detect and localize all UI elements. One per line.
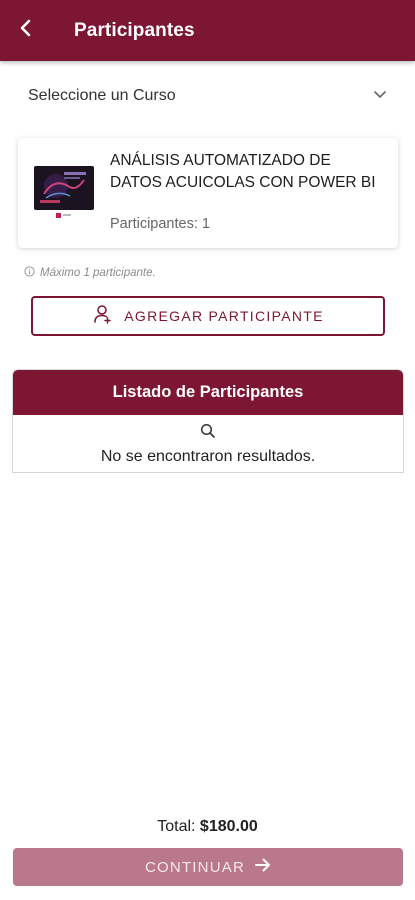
info-icon — [24, 266, 35, 280]
participants-screen: Participantes Seleccione un Curso ANÁLIS… — [0, 0, 415, 900]
empty-results-text: No se encontraron resultados. — [100, 447, 316, 465]
add-user-icon — [92, 304, 112, 329]
add-participant-button[interactable]: AGREGAR PARTICIPANTE — [31, 296, 385, 336]
participants-list-title: Listado de Participantes — [13, 370, 403, 415]
add-participant-label: AGREGAR PARTICIPANTE — [124, 308, 324, 324]
course-participants-count: Participantes: 1 — [110, 216, 210, 232]
course-card[interactable]: ANÁLISIS AUTOMATIZADO DE DATOS ACUICOLAS… — [18, 138, 398, 248]
app-bar: Participantes — [0, 0, 415, 61]
chevron-down-icon — [373, 87, 387, 105]
page-title: Participantes — [74, 20, 195, 41]
total-label: Total: — [157, 818, 196, 835]
chevron-left-icon — [19, 19, 33, 42]
total-row: Total: $180.00 — [0, 818, 415, 836]
course-thumbnail — [34, 164, 94, 220]
participants-list-empty: No se encontraron resultados. — [13, 415, 403, 472]
continue-label: CONTINUAR — [145, 858, 245, 876]
continue-button[interactable]: CONTINUAR — [13, 848, 403, 886]
max-participants-hint: Máximo 1 participante. — [24, 266, 156, 280]
course-select-label: Seleccione un Curso — [28, 87, 176, 104]
max-participants-text: Máximo 1 participante. — [40, 267, 156, 279]
back-button[interactable] — [12, 14, 40, 46]
arrow-right-icon — [254, 858, 271, 877]
search-icon — [200, 423, 216, 444]
participants-list-panel: Listado de Participantes No se encontrar… — [12, 369, 404, 473]
total-amount: $180.00 — [199, 818, 258, 835]
course-name: ANÁLISIS AUTOMATIZADO DE DATOS ACUICOLAS… — [110, 152, 376, 191]
course-select[interactable]: Seleccione un Curso — [14, 74, 401, 118]
